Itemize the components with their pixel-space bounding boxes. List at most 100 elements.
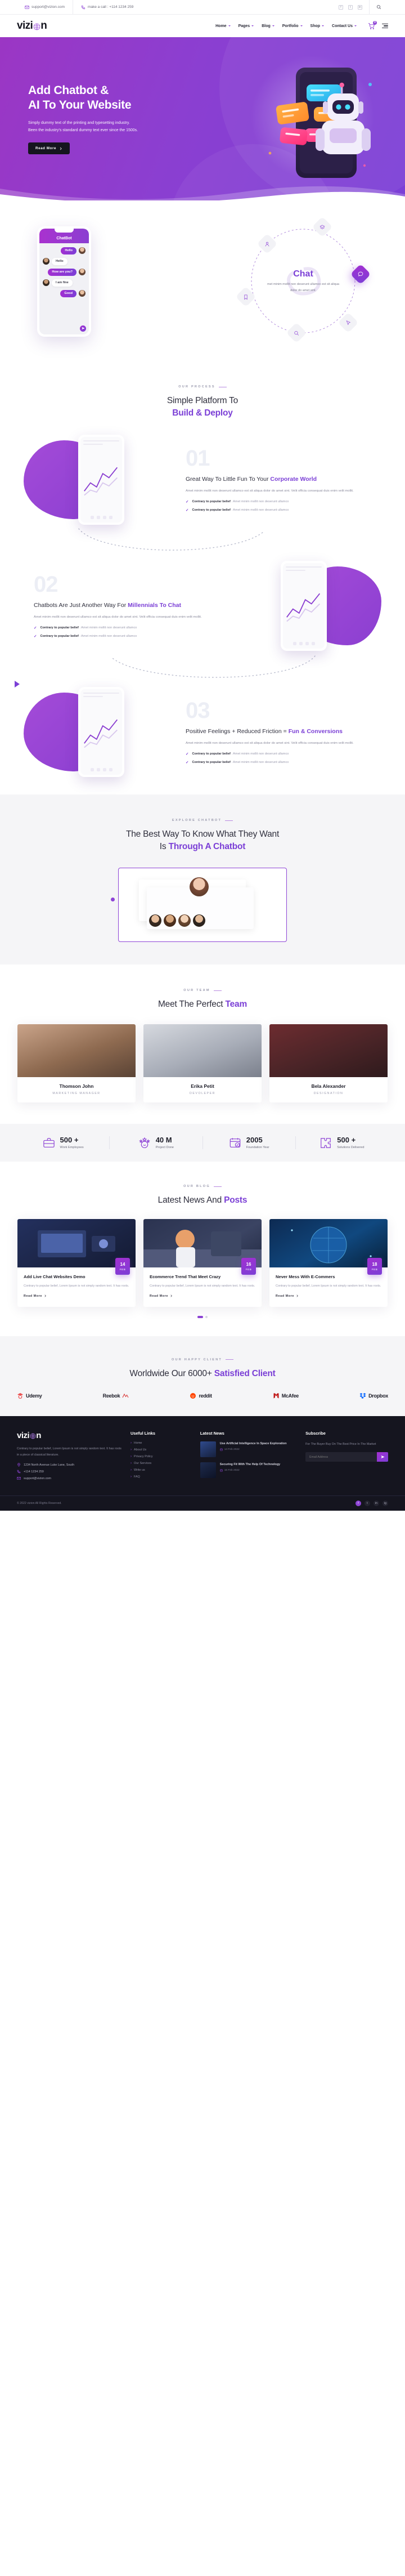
blog-post-title[interactable]: Ecommerce Trend That Meet Crazy [150,1274,255,1280]
chatbot-phone-header: ChatBot [39,228,89,243]
explore-title: The Best Way To Know What They Want Is T… [0,828,405,853]
play-icon[interactable] [15,681,20,687]
blog-card[interactable]: 16 FEB Ecommerce Trend That Meet Crazy C… [143,1219,262,1307]
step-heading-plain: Positive Feelings + Reduced Friction = [186,727,289,735]
blog-read-more-link[interactable]: Read More [24,1294,47,1298]
blog-post-title[interactable]: Add Live Chat Websites Demo [24,1274,129,1280]
page-root: support@vizion.com make a call : +114 12… [0,0,405,1511]
topbar-email[interactable]: support@vizion.com [17,0,73,15]
facebook-icon[interactable]: f [339,5,343,10]
blog-eyebrow: OUR BLOG [183,1185,222,1188]
check-icon: ✓ [34,626,37,631]
footer-news-item[interactable]: Use Artificial Intelligence In Space Exp… [200,1441,296,1457]
footer-link-home[interactable]: Home [130,1441,191,1445]
process-title: Simple Platform To Build & Deploy [0,395,405,419]
cart-button[interactable]: 0 [368,20,377,30]
mini-chart [286,575,322,638]
blog-card[interactable]: 14 FEB Add Live Chat Websites Demo Contr… [17,1219,136,1307]
footer-news-item-title: Securing Fit With The Help Of Technology [219,1462,281,1466]
team-card[interactable]: Erika Petit DEVOLEPER [143,1024,262,1102]
process-step-01: 01 Great Way To Little Fun To Your Corpo… [17,432,388,528]
process-step-03: 03 Positive Feelings + Reduced Friction … [15,681,388,780]
footer-link-about-us[interactable]: About Us [130,1448,191,1452]
blog-card[interactable]: 18 FEB Never Mess With E-Commers Contrar… [269,1219,388,1307]
subscribe-email-input[interactable] [305,1452,377,1462]
step-feature-list: ✓ Contrary to popular belief : Amet minim… [186,499,371,512]
step-heading-accent: Millennials To Chat [128,601,182,609]
footer-link-privacy-policy[interactable]: Privacy Policy [130,1455,191,1458]
carousel-dot-active[interactable] [197,1315,203,1318]
team-card[interactable]: Thomson John MARKETING MANAGER [17,1024,136,1102]
footer-phone[interactable]: +114 1234 259 [17,1470,122,1474]
search-button[interactable] [369,0,388,15]
blog-carousel-dots [0,1315,405,1318]
process-step-02-body: 02 Chatbots Are Just Another Way For Mil… [34,573,219,639]
menu-toggle-button[interactable] [382,24,388,28]
footer-news-date-text: 14 Feb 2022 [224,1448,240,1452]
nav-item-pages[interactable]: Pages [238,24,254,28]
process-step-02-art [219,558,388,654]
client-logo-udemy[interactable]: Udemy [17,1392,42,1399]
footer-link-our-services[interactable]: Our Services [130,1462,191,1465]
feature-bold: Contrary to popular belief [192,508,231,512]
nav-item-home[interactable]: Home [215,24,231,28]
phone-icon [17,1470,21,1474]
client-logo-dropbox[interactable]: Dropbox [359,1392,388,1399]
chatbot-title: ChatBot [56,236,72,240]
chat-bubble: Hello [61,247,76,255]
footer-email[interactable]: support@vizion.com [17,1476,122,1480]
nav-item-shop[interactable]: Shop [310,24,325,28]
calendar-check-icon [229,1137,241,1149]
feature-rest: : Amet minim mollit non deserunt ullamco [78,626,137,630]
hero-subtitle-line-1: Simply dummy text of the printing and ty… [28,120,130,125]
explore-chatbot-section: EXPLORE CHATBOT The Best Way To Know Wha… [0,794,405,965]
linkedin-icon[interactable]: in [374,1500,379,1506]
carousel-dot[interactable] [205,1315,208,1318]
client-logo-reebok[interactable]: Reebok [103,1392,129,1399]
blog-read-more-link[interactable]: Read More [150,1294,173,1298]
team-card[interactable]: Bela Alexander DESIGNATION [269,1024,388,1102]
clients-heading: OUR HAPPY CLIENT Worldwide Our 6000+ Sat… [0,1353,405,1380]
instagram-icon[interactable]: ig [382,1500,388,1506]
nav-label: Pages [238,24,250,28]
linkedin-icon[interactable]: in [358,5,362,10]
stat-value: 500 + [60,1136,79,1144]
twitter-icon[interactable]: t [364,1500,370,1506]
nav-item-blog[interactable]: Blog [262,24,274,28]
footer-link-faq[interactable]: FAQ [130,1475,191,1479]
clients-title-plain: Worldwide Our 6000+ [129,1368,214,1378]
explore-title-top: The Best Way To Know What They Want [125,829,280,839]
phone-icon [81,5,86,10]
client-logo-reddit[interactable]: reddit [190,1392,212,1399]
blog-read-more-link[interactable]: Read More [276,1294,299,1298]
site-logo[interactable]: vizi n [17,20,47,32]
twitter-icon[interactable] [22,1035,26,1039]
chat-bubble: Hello [52,257,68,265]
send-message-button[interactable] [80,325,86,332]
blog-post-title[interactable]: Never Mess With E-Commers [276,1274,381,1280]
stat-item: 2005 Foundation Year [202,1136,295,1150]
footer-link-write-us[interactable]: Write us [130,1468,191,1472]
topbar-phone[interactable]: make a call : +114 1234 259 [72,0,141,15]
footer-logo[interactable]: vizi n [17,1431,122,1440]
twitter-icon[interactable]: t [348,5,353,10]
facebook-icon[interactable] [22,1029,26,1033]
footer-news-item[interactable]: Securing Fit With The Help Of Technology… [200,1462,296,1478]
feature-item: ✓ Contrary to popular belief : Amet minim… [34,626,219,630]
team-photo [143,1024,262,1077]
send-icon [380,1455,385,1459]
hero-read-more-button[interactable]: Read More [28,142,70,155]
process-title-bottom: Build & Deploy [172,408,233,418]
cursor-click-icon [345,320,352,326]
footer-logo-end: n [36,1430,41,1440]
client-logo-mcafee[interactable]: McAfee [273,1392,299,1399]
mini-icon-row [83,768,119,771]
subscribe-submit-button[interactable] [377,1452,388,1462]
explore-video-card[interactable] [111,868,287,942]
facebook-icon[interactable]: f [356,1500,361,1506]
blog-post-excerpt: Contrary to popular belief, Lorem Ipsum … [150,1284,255,1288]
nav-item-contact-us[interactable]: Contact Us [332,24,357,28]
explore-card-visual [124,874,281,936]
stat-value: 500 + [337,1136,356,1144]
nav-item-portfolio[interactable]: Portfolio [282,24,303,28]
